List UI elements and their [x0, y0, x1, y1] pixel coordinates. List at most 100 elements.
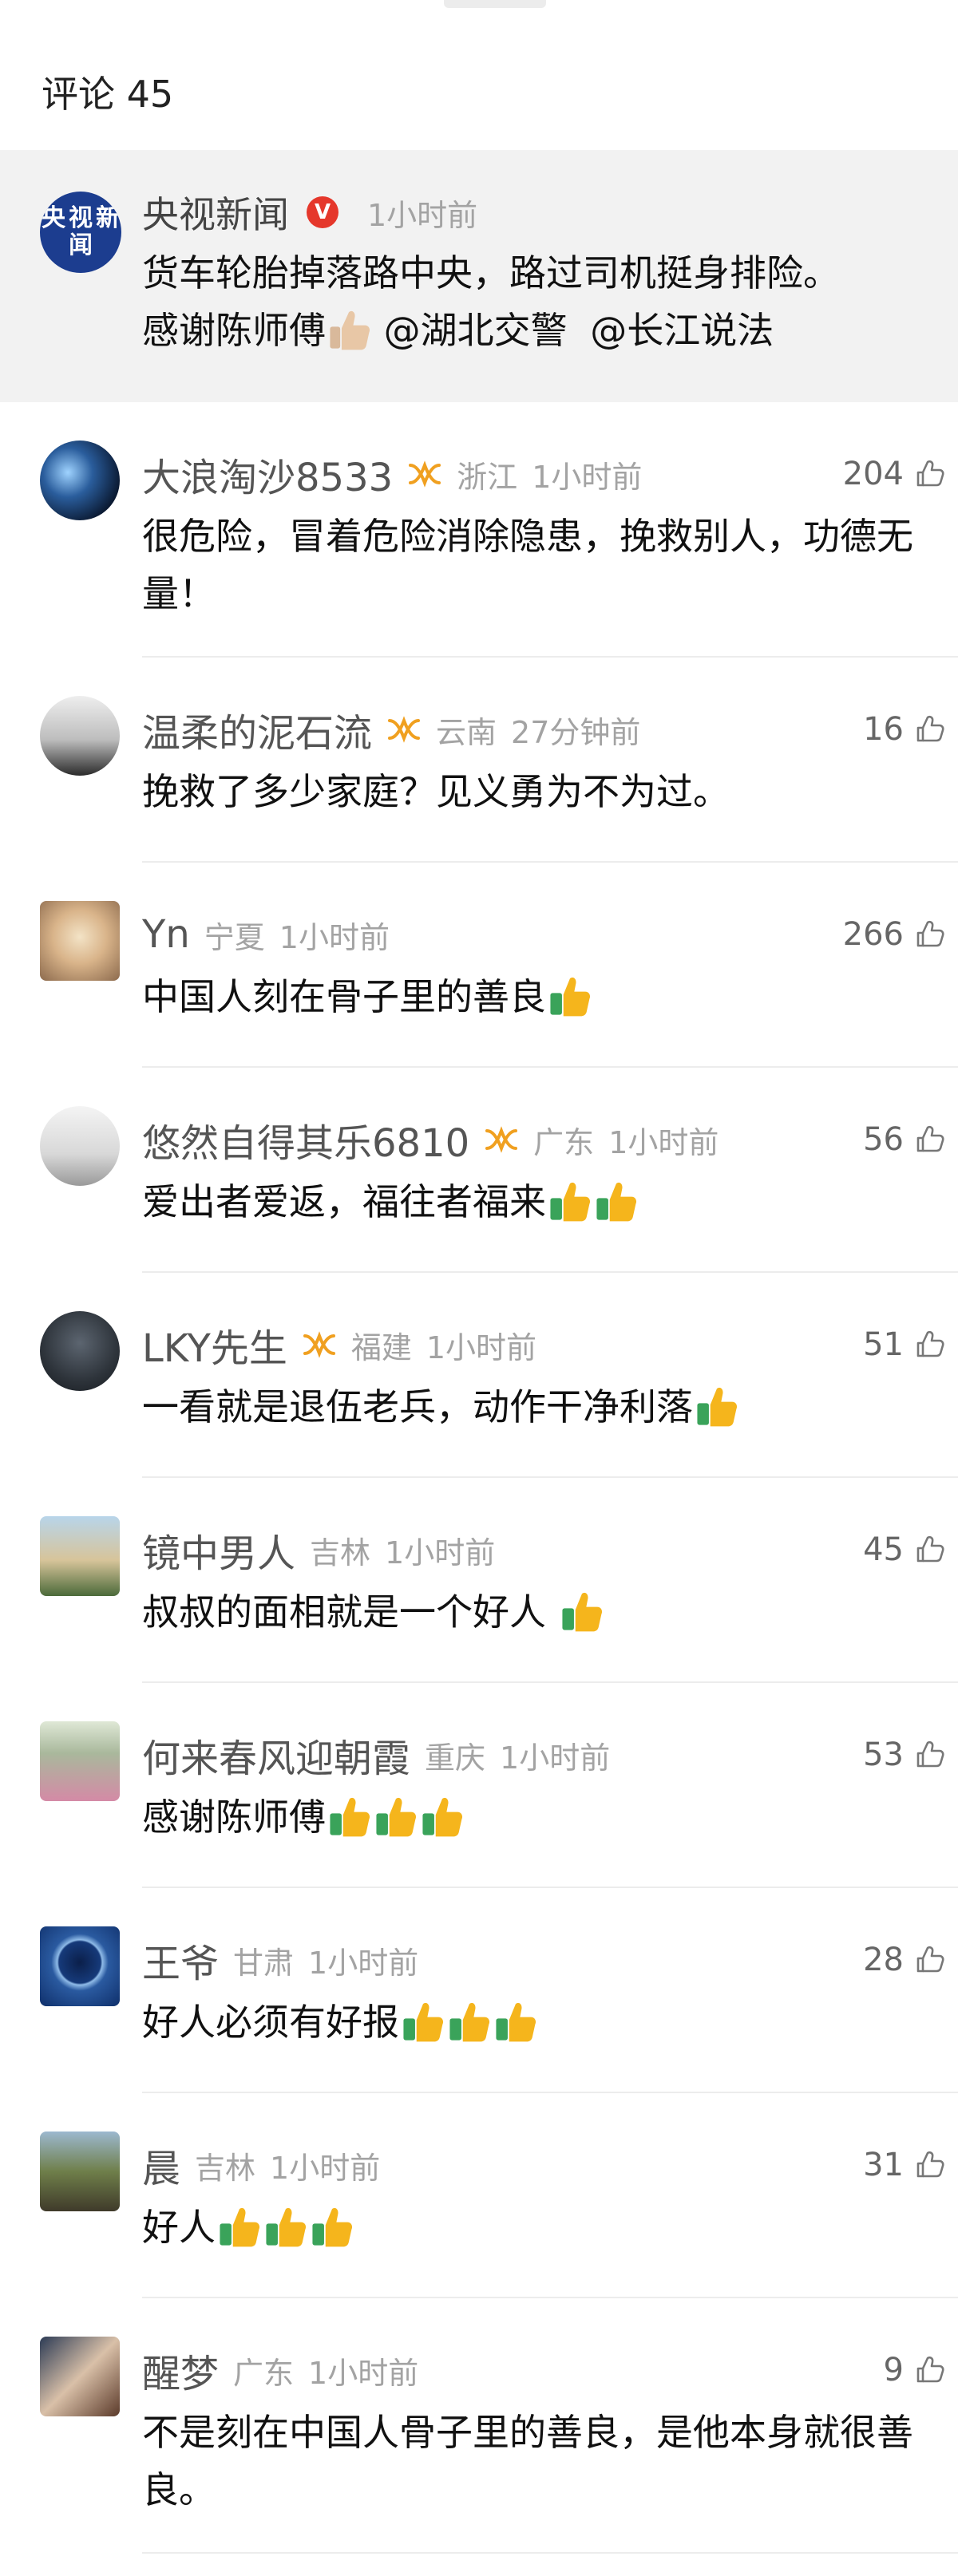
like-button[interactable]: 266	[843, 915, 945, 954]
membership-badge-icon	[303, 1331, 335, 1358]
avatar[interactable]: 央视 新闻	[40, 192, 121, 273]
comment-meta: 王爷 甘肃 1小时前	[142, 1932, 419, 1988]
like-count: 31	[863, 2147, 904, 2183]
thumbs-up-outline-icon	[916, 460, 944, 487]
timestamp: 1小时前	[385, 1535, 496, 1570]
comment-text: 货车轮胎掉落路中央，路过司机挺身排险。 感谢陈师傅 @湖北交警 @长江说法	[142, 251, 840, 352]
comment-meta: Yn 宁夏 1小时前	[142, 909, 390, 960]
thumbs-up-emoji-icon	[596, 1182, 637, 1221]
timestamp: 1小时前	[279, 919, 390, 955]
like-button[interactable]: 28	[863, 1941, 945, 1979]
timestamp: 1小时前	[426, 1329, 537, 1365]
like-button[interactable]: 16	[863, 710, 945, 749]
membership-badge-icon	[409, 460, 441, 488]
comment-text: 叔叔的面相就是一个好人	[142, 1583, 948, 1641]
thumbs-up-emoji-icon	[550, 1182, 591, 1221]
like-button[interactable]: 9	[884, 2351, 945, 2389]
comment-text: 中国人刻在骨子里的善良	[142, 968, 948, 1025]
thumbs-up-emoji-icon	[449, 2002, 490, 2041]
timestamp: 1小时前	[608, 1124, 719, 1160]
location: 云南	[436, 714, 497, 750]
thumbs-up-outline-icon	[916, 2151, 944, 2178]
comment-meta: 悠然自得其乐6810 广东 1小时前	[142, 1112, 719, 1167]
username[interactable]: 何来春风迎朝霞	[142, 1727, 410, 1783]
comment-item[interactable]: 王爷 甘肃 1小时前 28 好人必须有好报	[0, 1888, 958, 2093]
avatar[interactable]	[40, 1311, 120, 1391]
thumbs-up-outline-icon	[916, 1740, 944, 1768]
comment-text: 好人	[142, 2199, 948, 2256]
timestamp: 1小时前	[308, 1945, 419, 1981]
timestamp: 1小时前	[500, 1740, 611, 1776]
mention-link[interactable]: @长江说法	[590, 309, 774, 352]
like-count: 56	[863, 1121, 904, 1158]
username[interactable]: 醒梦	[142, 2342, 219, 2398]
comment-text: 不是刻在中国人骨子里的善良，是他本身就很善良。	[142, 2411, 913, 2511]
username[interactable]: Yn	[142, 912, 190, 957]
comment-item[interactable]: 大浪淘沙8533 浙江 1小时前 204 很危险，冒着危险消除隐患，挽救别人，功德无量！	[0, 402, 958, 658]
avatar[interactable]	[40, 2337, 120, 2416]
avatar[interactable]	[40, 1926, 120, 2006]
thumbs-up-emoji-icon	[330, 1797, 370, 1836]
thumbs-up-emoji-icon	[422, 1797, 463, 1836]
thumbs-up-emoji-icon	[312, 2207, 353, 2246]
like-button[interactable]: 56	[863, 1120, 945, 1159]
like-button[interactable]: 204	[843, 455, 945, 493]
avatar[interactable]	[40, 441, 120, 520]
like-button[interactable]: 45	[863, 1531, 945, 1569]
avatar[interactable]	[40, 1721, 120, 1801]
thumbs-up-emoji-icon	[697, 1387, 738, 1426]
pinned-comment[interactable]: 央视 新闻 央视新闻 V 1小时前 货车轮胎掉落路中央，路过司机挺身排险。 感谢…	[0, 150, 958, 402]
cctv-news-logo-icon: 央视 新闻	[42, 204, 120, 259]
comment-text: 好人必须有好报	[142, 1993, 948, 2051]
location: 吉林	[310, 1535, 371, 1570]
thumbs-up-outline-icon	[916, 1535, 944, 1563]
username[interactable]: 镜中男人	[142, 1522, 295, 1578]
comment-meta: 央视新闻 V 1小时前	[142, 188, 477, 236]
drag-handle[interactable]	[444, 0, 546, 8]
thumbs-up-emoji-icon	[403, 2002, 444, 2041]
comment-item[interactable]: 悠然自得其乐6810 广东 1小时前 56 爱出者爱返，福往者福来	[0, 1068, 958, 1273]
avatar[interactable]	[40, 2132, 120, 2211]
comment-text: 感谢陈师傅	[142, 1788, 948, 1846]
like-button[interactable]: 53	[863, 1736, 945, 1774]
location: 福建	[350, 1329, 412, 1365]
username[interactable]: 央视新闻	[142, 186, 289, 239]
comment-item[interactable]: 温柔的泥石流 云南 27分钟前 16 挽救了多少家庭？见义勇为不为过。	[0, 658, 958, 863]
username[interactable]: 晨	[142, 2137, 180, 2193]
comment-text: 爱出者爱返，福往者福来	[142, 1173, 948, 1231]
avatar[interactable]	[40, 901, 120, 981]
username[interactable]: 温柔的泥石流	[142, 701, 372, 757]
like-count: 53	[863, 1736, 904, 1773]
avatar[interactable]	[40, 1516, 120, 1596]
like-count: 51	[863, 1326, 904, 1363]
username[interactable]: 悠然自得其乐6810	[142, 1112, 469, 1167]
membership-badge-icon	[388, 716, 421, 743]
comment-item[interactable]: 晨吉林 1小时前 31 好人	[0, 2093, 958, 2298]
mention-link[interactable]: @湖北交警	[384, 309, 568, 352]
comment-item[interactable]: Yn 宁夏 1小时前 266 中国人刻在骨子里的善良	[0, 863, 958, 1068]
comment-meta: 晨吉林 1小时前	[142, 2139, 380, 2191]
comment-meta: 温柔的泥石流 云南 27分钟前	[142, 701, 641, 757]
username[interactable]: 大浪淘沙8533	[142, 446, 393, 502]
username[interactable]: LKY先生	[142, 1317, 287, 1373]
comment-meta: 镜中男人 吉林 1小时前	[142, 1522, 496, 1578]
comment-meta: 何来春风迎朝霞 重庆 1小时前	[142, 1727, 611, 1783]
thumbs-up-outline-icon	[916, 920, 944, 947]
username[interactable]: 王爷	[142, 1932, 219, 1988]
like-count: 266	[842, 916, 904, 953]
timestamp: 1小时前	[367, 197, 478, 233]
comment-item[interactable]: 醒梦 广东 1小时前 9 不是刻在中国人骨子里的善良，是他本身就很善良。	[0, 2298, 958, 2554]
avatar[interactable]	[40, 696, 120, 776]
thumbs-up-emoji-icon	[330, 310, 370, 350]
like-button[interactable]: 51	[863, 1326, 945, 1364]
comment-item[interactable]: 何来春风迎朝霞 重庆 1小时前 53 感谢陈师傅	[0, 1683, 958, 1888]
like-count: 28	[863, 1942, 904, 1978]
timestamp: 27分钟前	[511, 714, 641, 750]
comment-text: 挽救了多少家庭？见义勇为不为过。	[142, 770, 730, 813]
like-button[interactable]: 31	[863, 2146, 945, 2184]
thumbs-up-outline-icon	[916, 1125, 944, 1152]
like-count: 9	[883, 2352, 904, 2388]
comment-item[interactable]: LKY先生 福建 1小时前 51 一看就是退伍老兵，动作干净利落	[0, 1273, 958, 1478]
avatar[interactable]	[40, 1106, 120, 1186]
comment-item[interactable]: 镜中男人 吉林 1小时前 45 叔叔的面相就是一个好人	[0, 1478, 958, 1683]
